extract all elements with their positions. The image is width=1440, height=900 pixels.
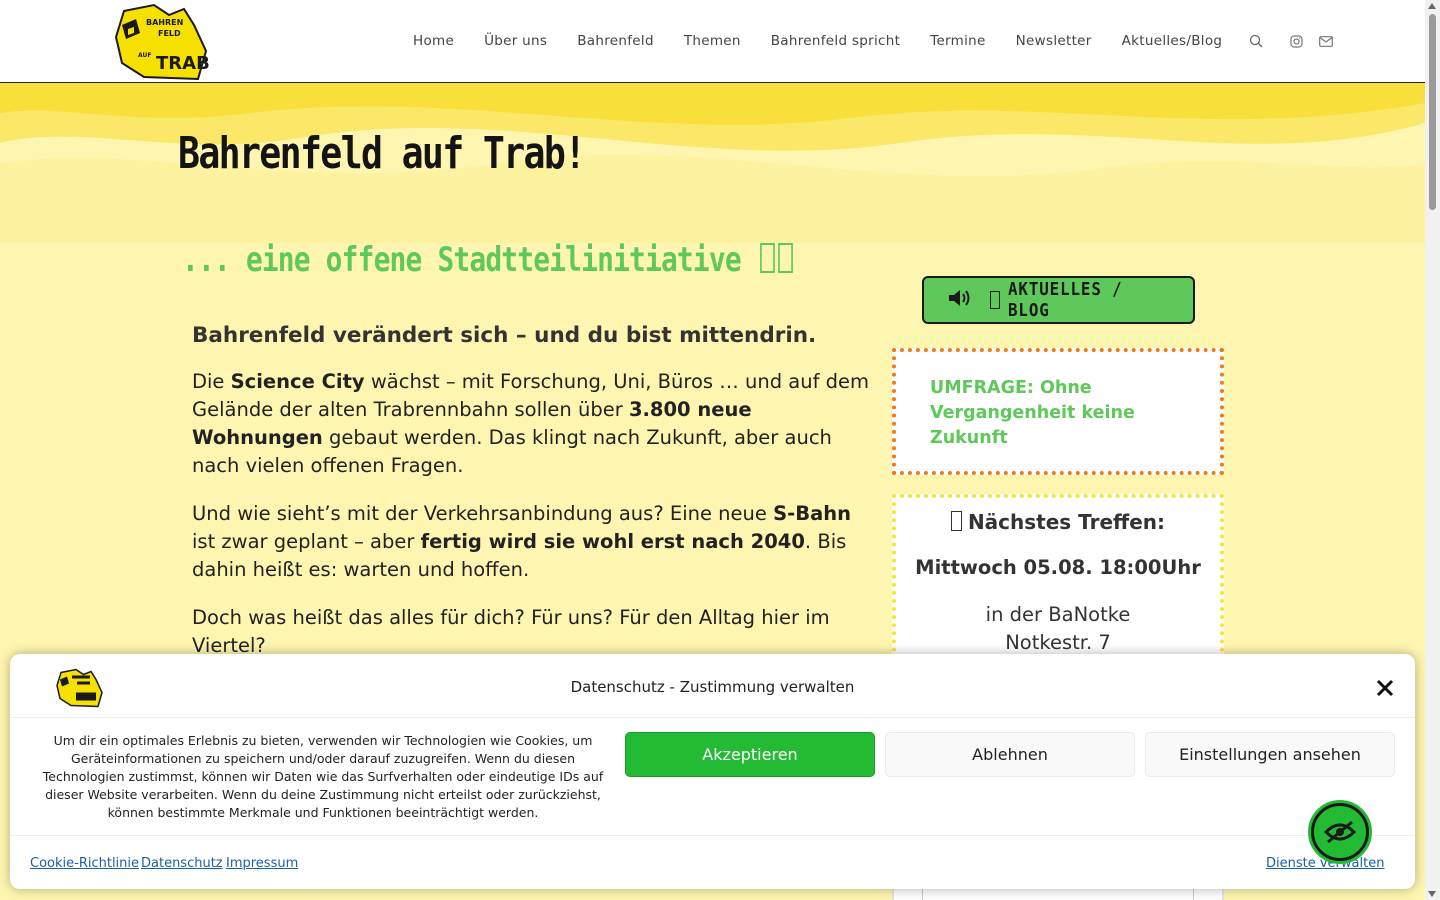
logo-text-2: FELD — [158, 29, 181, 38]
content-lead: Bahrenfeld verändert sich – und du bist … — [192, 323, 817, 348]
cookie-title: Datenschutz - Zustimmung verwalten — [570, 678, 855, 696]
cookie-header: Datenschutz - Zustimmung verwalten — [10, 654, 1415, 718]
aktuelles-blog-button[interactable]: AKTUELLES / BLOG — [922, 276, 1195, 324]
logo-text-4: TRAB! — [156, 53, 210, 74]
meeting-venue: in der BaNotke — [985, 603, 1131, 626]
newsletter-email-input[interactable] — [922, 888, 1194, 900]
meeting-title: Nächstes Treffen: — [896, 510, 1220, 534]
site-header: BAHREN FELD AUF TRAB! Home Über uns Bahr… — [0, 0, 1425, 83]
logo-text-1: BAHREN — [146, 18, 183, 27]
cookie-message: Um dir ein optimales Erlebnis zu bieten,… — [42, 733, 604, 820]
page-subtitle: ... eine offene Stadtteilinitiative — [182, 240, 793, 280]
nav-home[interactable]: Home — [398, 33, 469, 49]
nav-themen[interactable]: Themen — [669, 33, 756, 49]
imprint-link[interactable]: Impressum — [226, 856, 298, 871]
instagram-icon[interactable] — [1281, 34, 1311, 48]
mail-icon[interactable] — [1311, 35, 1341, 47]
main-content: Bahrenfeld verändert sich – und du bist … — [192, 322, 874, 680]
content-paragraph-2: Und wie sieht’s mit der Verkehrsanbindun… — [192, 500, 874, 584]
main-nav: Home Über uns Bahrenfeld Themen Bahrenfe… — [398, 0, 1341, 82]
deny-button[interactable]: Ablehnen — [885, 732, 1135, 777]
nav-ueber-uns[interactable]: Über uns — [469, 33, 562, 49]
content-paragraph-3: Doch was heißt das alles für dich? Für u… — [192, 606, 830, 657]
emoji-placeholder-icon — [950, 511, 962, 531]
survey-box: UMFRAGE: Ohne Vergangenheit keine Zukunf… — [892, 348, 1224, 475]
meeting-date: Mittwoch 05.08. 18:00Uhr — [915, 556, 1201, 579]
meeting-place: in der BaNotke Notkestr. 7 — [896, 601, 1220, 657]
meeting-title-text: Nächstes Treffen: — [967, 510, 1166, 534]
text-bold: fertig wird sie wohl erst nach 2040 — [420, 530, 805, 553]
survey-link[interactable]: UMFRAGE: Ohne Vergangenheit keine Zukunf… — [930, 376, 1186, 451]
nav-newsletter[interactable]: Newsletter — [1001, 33, 1107, 49]
scroll-thumb[interactable] — [1429, 14, 1436, 210]
page-title: Bahrenfeld auf Trab! — [178, 128, 586, 179]
view-settings-button[interactable]: Einstellungen ansehen — [1145, 732, 1395, 777]
cookie-consent-banner: Datenschutz - Zustimmung verwalten Um di… — [10, 654, 1415, 889]
blog-button-label: AKTUELLES / BLOG — [1007, 279, 1123, 321]
emoji-placeholder-icon — [760, 243, 775, 273]
nav-bahrenfeld[interactable]: Bahrenfeld — [562, 33, 669, 49]
accept-button[interactable]: Akzeptieren — [625, 732, 875, 777]
nav-termine[interactable]: Termine — [915, 33, 1000, 49]
search-icon[interactable] — [1241, 34, 1271, 48]
page-scrollbar[interactable] — [1425, 0, 1440, 900]
text-span: Und wie sieht’s mit der Verkehrsanbindun… — [192, 502, 774, 525]
privacy-link[interactable]: Datenschutz — [141, 856, 223, 871]
emoji-placeholder-icon — [990, 291, 1000, 309]
privacy-settings-button[interactable] — [1308, 800, 1372, 864]
scroll-down-icon[interactable] — [1428, 891, 1436, 897]
text-span: Die — [192, 370, 231, 393]
text-bold: S-Bahn — [773, 502, 852, 525]
logo-text-3: AUF — [138, 52, 151, 59]
text-bold: Science City — [230, 370, 365, 393]
speaker-icon — [948, 289, 972, 311]
meeting-address: Notkestr. 7 — [1005, 631, 1111, 654]
cookie-footer: Cookie-Richtlinie Datenschutz Impressum … — [10, 835, 1415, 889]
nav-aktuelles-blog[interactable]: Aktuelles/Blog — [1107, 33, 1238, 49]
content-paragraph-1: Die Science City wächst – mit Forschung,… — [192, 368, 874, 480]
scroll-up-icon[interactable] — [1428, 3, 1436, 9]
cookie-policy-link[interactable]: Cookie-Richtlinie — [30, 856, 139, 871]
site-logo[interactable]: BAHREN FELD AUF TRAB! — [114, 3, 218, 81]
emoji-placeholder-icon — [778, 243, 793, 273]
subtitle-text: ... eine offene Stadtteilinitiative — [182, 240, 742, 280]
close-icon[interactable] — [1375, 678, 1395, 698]
text-span: ist zwar geplant – aber — [192, 530, 421, 553]
eye-off-icon — [1312, 804, 1368, 860]
nav-bahrenfeld-spricht[interactable]: Bahrenfeld spricht — [756, 33, 915, 49]
